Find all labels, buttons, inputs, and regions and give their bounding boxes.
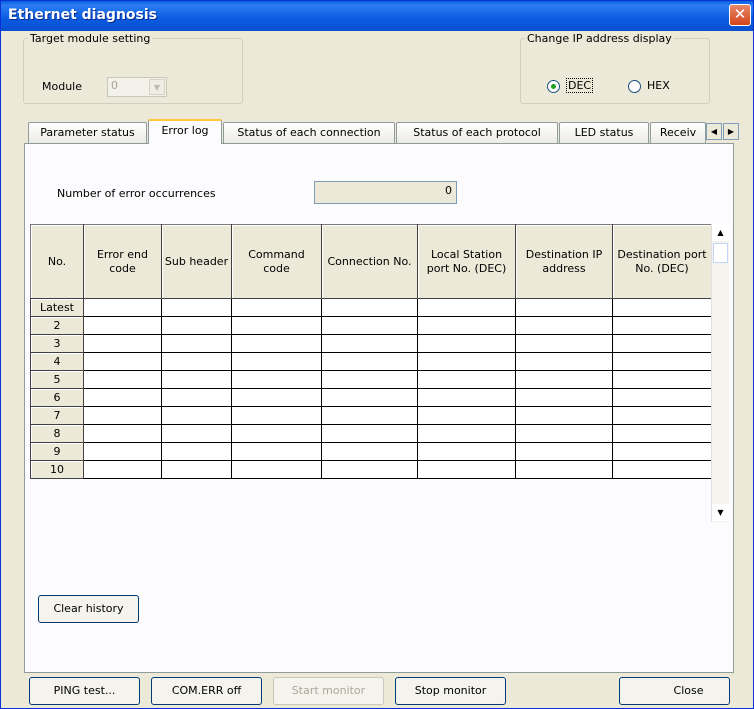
stop-monitor-button[interactable]: Stop monitor bbox=[395, 677, 506, 705]
table-row[interactable]: 8 bbox=[30, 424, 712, 443]
dec-radio[interactable] bbox=[547, 80, 560, 93]
row-label: 7 bbox=[30, 406, 84, 425]
tab-protocol-status[interactable]: Status of each protocol bbox=[396, 122, 558, 143]
scroll-thumb[interactable] bbox=[713, 243, 728, 263]
row-label: 10 bbox=[30, 460, 84, 479]
column-header-destination-port[interactable]: Destination port No. (DEC) bbox=[612, 224, 712, 299]
chevron-down-icon[interactable]: ▼ bbox=[149, 79, 165, 95]
start-monitor-button[interactable]: Start monitor bbox=[273, 677, 384, 705]
ping-test-button[interactable]: PING test... bbox=[29, 677, 140, 705]
column-header-sub-header[interactable]: Sub header bbox=[161, 224, 232, 299]
tab-scroll-left-icon[interactable]: ◀ bbox=[706, 123, 722, 140]
error-count-value: 0 bbox=[314, 181, 457, 204]
dec-radio-label[interactable]: DEC bbox=[566, 78, 594, 93]
close-button[interactable]: Close bbox=[619, 677, 730, 705]
tab-connection-status[interactable]: Status of each connection bbox=[223, 122, 395, 143]
table-row[interactable]: 4 bbox=[30, 352, 712, 371]
column-header-local-port[interactable]: Local Station port No. (DEC) bbox=[417, 224, 516, 299]
clear-history-button[interactable]: Clear history bbox=[38, 595, 139, 623]
ip-display-legend: Change IP address display bbox=[527, 32, 672, 45]
error-log-table: No. Error end code Sub header Command co… bbox=[30, 224, 712, 479]
table-row[interactable]: 7 bbox=[30, 406, 712, 425]
close-button-label: Close bbox=[673, 684, 704, 697]
module-select[interactable]: 0 ▼ bbox=[107, 77, 167, 97]
ethernet-diagnosis-window: Ethernet diagnosis ✕ Target module setti… bbox=[0, 0, 754, 709]
tab-error-log[interactable]: Error log bbox=[148, 119, 222, 144]
table-row[interactable]: 6 bbox=[30, 388, 712, 407]
row-label: 3 bbox=[30, 334, 84, 353]
error-count-label: Number of error occurrences bbox=[57, 187, 216, 200]
table-row[interactable]: Latest bbox=[30, 298, 712, 317]
row-label: 4 bbox=[30, 352, 84, 371]
table-row[interactable]: 10 bbox=[30, 460, 712, 479]
close-icon[interactable]: ✕ bbox=[729, 4, 751, 26]
target-module-legend: Target module setting bbox=[30, 32, 151, 45]
hex-radio-label[interactable]: HEX bbox=[647, 79, 670, 92]
row-label: 2 bbox=[30, 316, 84, 335]
tab-scroll-right-icon[interactable]: ▶ bbox=[723, 123, 739, 140]
tab-parameter-status[interactable]: Parameter status bbox=[28, 122, 147, 143]
title-bar: Ethernet diagnosis ✕ bbox=[1, 1, 753, 31]
row-label: 5 bbox=[30, 370, 84, 389]
row-label: 9 bbox=[30, 442, 84, 461]
column-header-error-end-code[interactable]: Error end code bbox=[83, 224, 162, 299]
tab-led-status[interactable]: LED status bbox=[559, 122, 649, 143]
module-select-value: 0 bbox=[111, 79, 118, 92]
window-title: Ethernet diagnosis bbox=[8, 7, 157, 23]
com-err-off-button[interactable]: COM.ERR off bbox=[151, 677, 262, 705]
column-header-connection-no[interactable]: Connection No. bbox=[321, 224, 418, 299]
table-row[interactable]: 9 bbox=[30, 442, 712, 461]
column-header-command-code[interactable]: Command code bbox=[231, 224, 322, 299]
column-header-destination-ip[interactable]: Destination IP address bbox=[515, 224, 613, 299]
scroll-up-icon[interactable]: ▲ bbox=[712, 224, 729, 241]
row-label: 6 bbox=[30, 388, 84, 407]
table-row[interactable]: 5 bbox=[30, 370, 712, 389]
table-row[interactable]: 3 bbox=[30, 334, 712, 353]
table-vertical-scrollbar[interactable]: ▲ ▼ bbox=[711, 224, 729, 522]
tab-receive[interactable]: Receiv bbox=[650, 122, 706, 143]
hex-radio[interactable] bbox=[628, 80, 641, 93]
row-label: 8 bbox=[30, 424, 84, 443]
module-label: Module bbox=[42, 80, 82, 93]
ip-display-group: Change IP address display bbox=[520, 32, 710, 104]
table-row[interactable]: 2 bbox=[30, 316, 712, 335]
scroll-down-icon[interactable]: ▼ bbox=[712, 504, 729, 521]
column-header-no[interactable]: No. bbox=[30, 224, 84, 299]
row-label: Latest bbox=[30, 298, 84, 317]
